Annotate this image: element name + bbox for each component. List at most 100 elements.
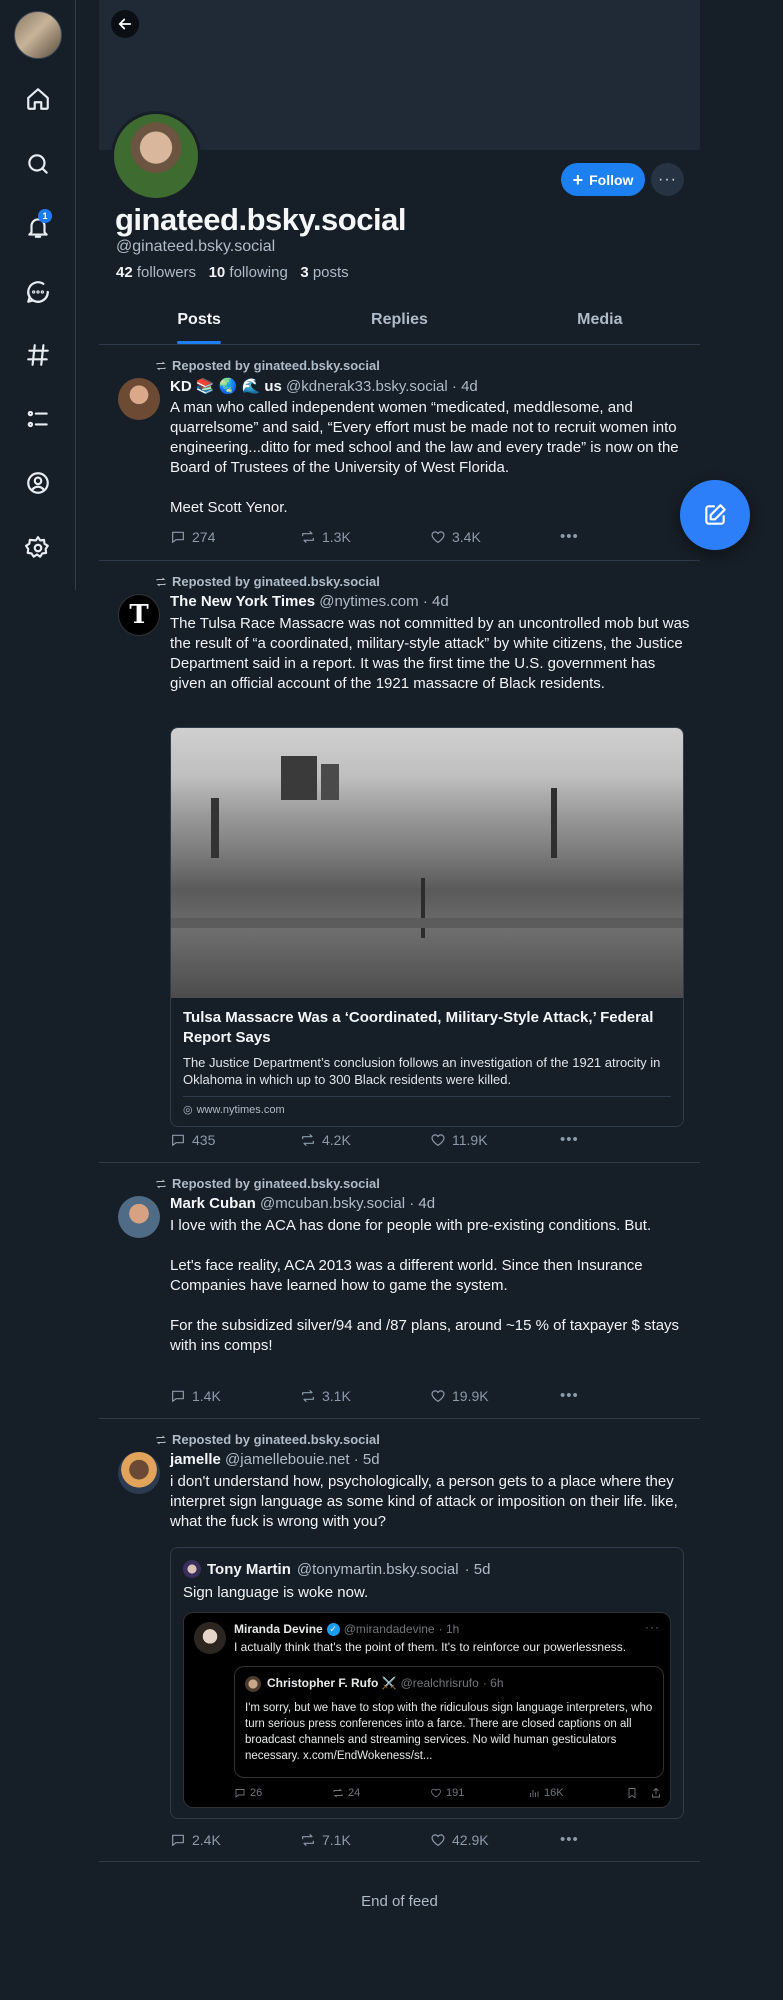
list-icon[interactable] (20, 401, 56, 437)
repost-icon (156, 1435, 166, 1444)
heart-icon (431, 1833, 445, 1846)
reply-button[interactable]: 274 (170, 528, 300, 545)
chat-icon[interactable] (20, 274, 56, 310)
author-name[interactable]: KD 📚 🌏 🌊 us (170, 378, 282, 395)
post-actions: 2.4K 7.1K 42.9K ••• (170, 1831, 690, 1848)
following-link[interactable]: 10 following (209, 264, 288, 281)
followers-link[interactable]: 42 followers (116, 264, 196, 281)
globe-icon: ◎ (183, 1104, 193, 1116)
post-time: · 4d (409, 1195, 436, 1212)
reply-button[interactable]: 1.4K (170, 1387, 300, 1404)
author-handle[interactable]: @kdnerak33.bsky.social (286, 378, 448, 395)
author-name[interactable]: Mark Cuban (170, 1195, 256, 1212)
like-button[interactable]: 11.9K (430, 1131, 560, 1148)
link-card[interactable]: Tulsa Massacre Was a ‘Coordinated, Milit… (170, 727, 684, 1127)
feed-post[interactable]: Reposted by ginateed.bsky.social Mark Cu… (99, 1163, 700, 1419)
post-more-button[interactable]: ••• (560, 1131, 690, 1148)
feed-post[interactable]: Reposted by ginateed.bsky.social T The N… (99, 561, 700, 1163)
repost-icon (302, 1133, 314, 1146)
notification-badge: 1 (38, 209, 52, 223)
feed-post[interactable]: Reposted by ginateed.bsky.social jamelle… (99, 1419, 700, 1862)
author-handle[interactable]: @nytimes.com (319, 593, 418, 610)
repost-icon (156, 577, 166, 586)
compose-button[interactable] (680, 480, 750, 550)
reply-button[interactable]: 435 (170, 1131, 300, 1148)
reply-icon (172, 1134, 184, 1146)
avatar[interactable] (118, 1452, 160, 1494)
quoted-post-header: Tony Martin @tonymartin.bsky.social · 5d (183, 1560, 490, 1578)
profile-more-button[interactable]: ··· (651, 163, 684, 196)
heart-icon (431, 1133, 445, 1146)
like-button[interactable]: 3.4K (430, 528, 560, 545)
repost-button[interactable]: 3.1K (300, 1387, 430, 1404)
reply-icon (172, 531, 184, 543)
link-card-description: The Justice Department’s conclusion foll… (183, 1048, 671, 1097)
author-name[interactable]: jamelle (170, 1451, 221, 1468)
tweet-header: Miranda Devine ✓ @mirandadevine · 1h (234, 1622, 460, 1636)
post-more-button[interactable]: ••• (560, 1831, 690, 1848)
quoted-author-handle: @tonymartin.bsky.social (296, 1560, 459, 1578)
repost-icon (156, 361, 166, 370)
back-button[interactable] (111, 10, 139, 38)
end-of-feed: End of feed (361, 1893, 438, 1910)
bell-icon[interactable]: 1 (20, 209, 56, 245)
post-more-button[interactable]: ••• (560, 528, 690, 545)
search-icon[interactable] (20, 146, 56, 182)
profile-avatar[interactable] (111, 111, 201, 201)
profile-icon[interactable] (20, 465, 56, 501)
like-button[interactable]: 19.9K (430, 1387, 560, 1404)
repost-button[interactable]: 7.1K (300, 1831, 430, 1848)
link-card-image (171, 728, 683, 998)
link-card-domain: ◎ www.nytimes.com (183, 1103, 285, 1117)
post-header: KD 📚 🌏 🌊 us @kdnerak33.bsky.social · 4d (170, 377, 478, 395)
heart-icon (431, 1389, 445, 1402)
avatar[interactable] (118, 1196, 160, 1238)
views-icon (530, 1790, 539, 1797)
bookmark-icon (628, 1788, 636, 1799)
nyt-logo-avatar[interactable]: T (118, 594, 160, 636)
profile-stats: 42 followers 10 following 3 posts (116, 264, 349, 281)
repost-icon (302, 1833, 314, 1846)
compose-icon (705, 504, 726, 525)
author-handle[interactable]: @mcuban.bsky.social (260, 1195, 405, 1212)
post-text: I love with the ACA has done for people … (170, 1217, 680, 1354)
follow-button[interactable]: + Follow (561, 163, 645, 196)
quoted-post[interactable]: Tony Martin @tonymartin.bsky.social · 5d… (170, 1547, 684, 1819)
home-icon[interactable] (20, 81, 56, 117)
left-nav-rail: 1 (0, 0, 76, 590)
avatar (245, 1676, 261, 1692)
arrow-left-icon (118, 18, 132, 30)
avatar[interactable] (118, 378, 160, 420)
feed-post[interactable]: Reposted by ginateed.bsky.social KD 📚 🌏 … (99, 345, 700, 561)
like-button[interactable]: 42.9K (430, 1831, 560, 1848)
verified-badge-icon: ✓ (326, 1622, 340, 1636)
reply-icon (172, 1390, 184, 1402)
tweet-actions: 26 24 191 16K (234, 1787, 664, 1799)
post-actions: 435 4.2K 11.9K ••• (170, 1131, 690, 1148)
heart-icon (431, 1788, 441, 1798)
author-name[interactable]: The New York Times (170, 593, 315, 610)
repost-button[interactable]: 4.2K (300, 1131, 430, 1148)
post-text: i don't understand how, psychologically,… (170, 1473, 678, 1530)
post-time: · 5d (353, 1451, 380, 1468)
tab-replies[interactable]: Replies (299, 300, 499, 344)
post-text: The Tulsa Race Massacre was not committe… (170, 615, 690, 692)
profile-handle: @ginateed.bsky.social (116, 238, 276, 255)
embedded-screenshot: Miranda Devine ✓ @mirandadevine · 1h ···… (183, 1612, 671, 1808)
profile-display-name: ginateed.bsky.social (115, 202, 406, 237)
quoted-post-time: · 5d (464, 1560, 491, 1578)
more-icon: ··· (645, 1620, 660, 1634)
repost-indicator: Reposted by ginateed.bsky.social (155, 1176, 380, 1191)
post-text: A man who called independent women “medi… (170, 399, 679, 516)
hashtag-icon[interactable] (20, 337, 56, 373)
tab-media[interactable]: Media (500, 300, 700, 344)
author-handle[interactable]: @jamellebouie.net (225, 1451, 349, 1468)
tab-posts[interactable]: Posts (99, 300, 299, 344)
current-user-avatar[interactable] (14, 11, 62, 59)
tweet-text: I actually think that's the point of the… (234, 1640, 627, 1654)
gear-icon[interactable] (20, 530, 56, 566)
reply-button[interactable]: 2.4K (170, 1831, 300, 1848)
repost-button[interactable]: 1.3K (300, 528, 430, 545)
post-more-button[interactable]: ••• (560, 1387, 690, 1404)
plus-icon: + (572, 169, 584, 190)
